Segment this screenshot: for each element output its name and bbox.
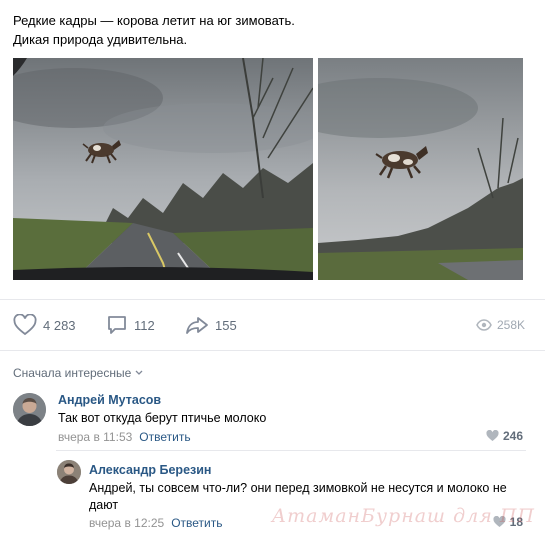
avatar[interactable] bbox=[57, 460, 81, 484]
comment-likes-count: 246 bbox=[502, 429, 523, 443]
views-counter: 258K bbox=[476, 312, 525, 338]
eye-icon bbox=[476, 319, 492, 331]
comment-author[interactable]: Александр Березин bbox=[89, 463, 211, 477]
divider bbox=[56, 450, 526, 451]
likes-count: 4 283 bbox=[43, 317, 76, 333]
comment-icon bbox=[108, 316, 126, 334]
views-count: 258K bbox=[496, 318, 525, 332]
comments-sort-dropdown[interactable]: Сначала интересные bbox=[13, 366, 143, 380]
sort-label: Сначала интересные bbox=[13, 366, 132, 380]
divider bbox=[0, 299, 545, 300]
shares-count: 155 bbox=[215, 317, 237, 333]
comment-like-button[interactable]: 246 bbox=[486, 429, 523, 443]
comment-text: Так вот откуда берут птичье молоко bbox=[58, 411, 267, 425]
divider bbox=[0, 350, 545, 351]
reply-button[interactable]: Ответить bbox=[139, 430, 190, 444]
post-text-line: Редкие кадры — корова летит на юг зимова… bbox=[13, 13, 295, 28]
comment-meta: вчера в 12:25 Ответить bbox=[89, 516, 222, 530]
comment: Андрей Мутасов Так вот откуда берут птич… bbox=[13, 393, 525, 448]
comment-author[interactable]: Андрей Мутасов bbox=[58, 393, 161, 407]
post-actions: 4 283 112 155 258K bbox=[13, 312, 525, 338]
share-icon bbox=[186, 317, 208, 334]
post-text: Редкие кадры — корова летит на юг зимова… bbox=[13, 11, 295, 49]
comment-button[interactable]: 112 bbox=[106, 312, 155, 338]
photo-flying-cow-closeup[interactable] bbox=[318, 58, 523, 280]
reply-button[interactable]: Ответить bbox=[171, 516, 222, 530]
watermark: АтаманБурнаш для ПП bbox=[271, 505, 535, 527]
avatar[interactable] bbox=[13, 393, 46, 426]
comment-time[interactable]: вчера в 11:53 bbox=[58, 430, 132, 444]
comment-meta: вчера в 11:53 Ответить bbox=[58, 430, 191, 444]
heart-icon bbox=[13, 314, 37, 336]
like-button[interactable]: 4 283 bbox=[13, 312, 76, 338]
comments-count: 112 bbox=[134, 317, 155, 333]
chevron-down-icon bbox=[135, 370, 143, 375]
share-button[interactable]: 155 bbox=[185, 312, 237, 338]
comment-time[interactable]: вчера в 12:25 bbox=[89, 516, 164, 530]
heart-icon bbox=[486, 430, 499, 441]
post-text-line: Дикая природа удивительна. bbox=[13, 32, 188, 47]
photo-flying-cow-road[interactable] bbox=[13, 58, 313, 280]
post-photos bbox=[13, 58, 523, 280]
